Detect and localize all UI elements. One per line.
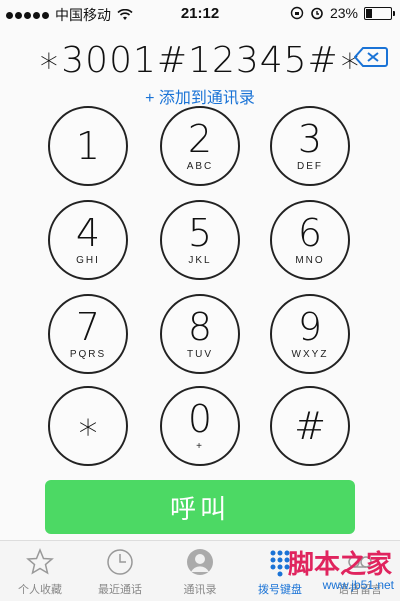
tab-label: 通讯录 [183,584,217,596]
key-digit: 2 [187,117,213,161]
keypad-key[interactable]: 3 DEF [270,106,350,186]
keypad: 1 2 ABC 3 DEF 4 GHI 5 JKL 6 MNO 7 PQRS 8 TUV 9 WXYZ ∗ 0 + # [0,106,400,466]
watermark-url: www.jb51.net [322,578,394,592]
key-letters: + [196,441,204,452]
key-digit: 4 [75,211,101,255]
status-bar: 中国移动 21:12 23% [0,0,400,28]
key-digit: # [294,404,326,448]
key-digit: 7 [75,305,101,349]
clock-icon [107,549,133,575]
keypad-key[interactable]: 2 ABC [160,106,240,186]
key-digit: 8 [187,305,213,349]
key-digit: ∗ [76,404,100,448]
key-digit: 9 [297,305,323,349]
tab-contacts[interactable]: 通讯录 [160,541,240,601]
keypad-key[interactable]: 7 PQRS [48,294,128,374]
keypad-key[interactable]: 5 JKL [160,200,240,280]
tab-favorites[interactable]: 个人收藏 [0,541,80,601]
alarm-icon [311,7,323,20]
key-letters: JKL [188,255,212,266]
battery-fill [366,8,372,18]
tab-recents[interactable]: 最近通话 [80,541,160,601]
keypad-key[interactable]: 0 + [160,386,240,466]
key-digit: 5 [187,211,213,255]
battery-icon [364,6,395,20]
key-letters: DEF [297,161,323,172]
keypad-key[interactable]: 8 TUV [160,294,240,374]
call-button[interactable]: 呼叫 [45,480,355,534]
key-letters: PQRS [69,349,107,360]
key-digit: 1 [75,124,101,168]
watermark-logo: 脚本之家 [287,550,392,580]
keypad-key[interactable]: 1 [48,106,128,186]
key-letters: GHI [76,255,100,266]
keypad-key[interactable]: 9 WXYZ [270,294,350,374]
keypad-key[interactable]: 6 MNO [270,200,350,280]
keypad-key[interactable]: ∗ [48,386,128,466]
key-letters: MNO [295,255,325,266]
keypad-key[interactable]: # [270,386,350,466]
key-letters: ABC [186,161,214,172]
tab-label: 个人收藏 [18,584,62,596]
tab-label: 最近通话 [98,584,142,596]
key-digit: 6 [297,211,323,255]
key-letters: WXYZ [291,349,329,360]
key-digit: 0 [187,397,213,441]
delete-backspace-icon[interactable] [354,46,388,68]
add-to-contacts-link[interactable]: + 添加到通讯录 [0,84,400,108]
keypad-key[interactable]: 4 GHI [48,200,128,280]
key-digit: 3 [297,117,323,161]
status-right: 23% [290,5,395,21]
tab-label: 拨号键盘 [258,584,302,596]
battery-percent: 23% [329,5,358,21]
rotation-lock-icon [290,6,304,20]
key-letters: TUV [187,349,213,360]
contact-icon [187,549,213,575]
dialed-number: ∗3001#12345#∗ [37,40,363,81]
star-icon [26,548,54,575]
